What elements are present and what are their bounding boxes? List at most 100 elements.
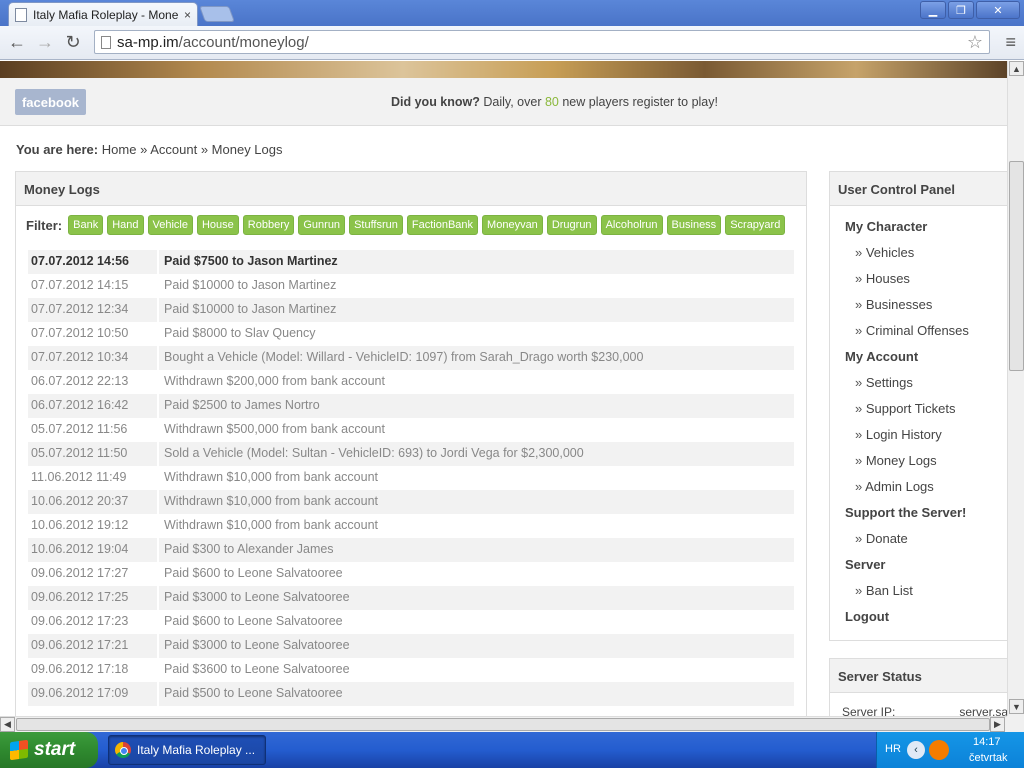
ucp-link-login-history[interactable]: Login History: [845, 427, 969, 453]
table-row: 10.06.2012 20:37 Withdrawn $10,000 from b…: [28, 490, 794, 514]
filter-chip-alcoholrun[interactable]: Alcoholrun: [600, 215, 663, 235]
table-row: 05.07.2012 11:50 Sold a Vehicle (Model: S…: [28, 442, 794, 466]
log-date: 07.07.2012 14:15: [28, 274, 159, 298]
table-row: 09.06.2012 17:18 Paid $3600 to Leone Salv…: [28, 658, 794, 682]
log-date: 07.07.2012 10:34: [28, 346, 159, 370]
filter-chip-vehicle[interactable]: Vehicle: [147, 215, 193, 235]
log-text: Paid $600 to Leone Salvatooree: [164, 614, 343, 628]
chrome-icon: [115, 742, 131, 758]
did-you-know-pre: Daily, over: [479, 95, 545, 109]
log-date: 10.06.2012 19:12: [28, 514, 159, 538]
tray-collapse-icon[interactable]: ‹: [907, 741, 925, 759]
filter-chip-factionbank[interactable]: FactionBank: [406, 215, 479, 235]
table-row: 07.07.2012 14:15 Paid $10000 to Jason Mar…: [28, 274, 794, 298]
ucp-link-support-tickets[interactable]: Support Tickets: [845, 401, 969, 427]
log-date: 09.06.2012 17:09: [28, 682, 159, 706]
log-date: 10.06.2012 19:04: [28, 538, 159, 562]
bookmark-star-icon[interactable]: ☆: [967, 32, 983, 53]
new-tab-button[interactable]: [199, 6, 235, 22]
filter-chip-house[interactable]: House: [196, 215, 239, 235]
ucp-link-settings[interactable]: Settings: [845, 375, 969, 401]
ucp-link-businesses[interactable]: Businesses: [845, 297, 969, 323]
forward-arrow-icon[interactable]: →: [34, 32, 56, 54]
ucp-link-houses[interactable]: Houses: [845, 271, 969, 297]
clock[interactable]: 14:17 četvrtak: [969, 734, 1008, 766]
address-bar[interactable]: sa-mp.im/account/moneylog/ ☆: [94, 30, 990, 54]
close-window-button[interactable]: ✕: [976, 1, 1020, 19]
start-button[interactable]: start: [0, 732, 98, 768]
filter-chip-bank[interactable]: Bank: [68, 215, 104, 235]
log-date: 11.06.2012 11:49: [28, 466, 159, 490]
breadcrumb-money-logs[interactable]: Money Logs: [212, 142, 283, 157]
server-status-panel: Server Status Server IP: server.sa-: [829, 658, 1007, 716]
table-row: 07.07.2012 12:34 Paid $10000 to Jason Mar…: [28, 298, 794, 322]
ucp-link-criminal-offenses[interactable]: Criminal Offenses: [845, 323, 969, 349]
server-ip-value: server.sa-: [959, 705, 1007, 716]
page-viewport: facebook Did you know? Daily, over 80 ne…: [0, 61, 1007, 716]
log-date: 09.06.2012 17:25: [28, 586, 159, 610]
restore-button[interactable]: ❐: [948, 1, 974, 19]
info-bar: facebook Did you know? Daily, over 80 ne…: [0, 78, 1007, 126]
start-label: start: [34, 739, 76, 760]
log-text: Withdrawn $200,000 from bank account: [164, 374, 385, 388]
filter-chip-stuffsrun[interactable]: Stuffsrun: [349, 215, 403, 235]
did-you-know-post: new players register to play!: [558, 95, 718, 109]
tray-app-icon[interactable]: [929, 740, 949, 760]
log-date: 07.07.2012 10:50: [28, 322, 159, 346]
vertical-scrollbar[interactable]: ▲ ▼: [1007, 61, 1024, 716]
filter-chip-hand[interactable]: Hand: [107, 215, 144, 235]
taskbar-item-title: Italy Mafia Roleplay ...: [137, 743, 256, 757]
url-text[interactable]: sa-mp.im/account/moneylog/: [117, 34, 961, 51]
language-indicator[interactable]: HR: [885, 743, 901, 755]
tab-close-icon[interactable]: ×: [184, 8, 191, 22]
ucp-link-ban-list[interactable]: Ban List: [845, 583, 969, 609]
table-row: 09.06.2012 17:23 Paid $600 to Leone Salva…: [28, 610, 794, 634]
scroll-up-icon[interactable]: ▲: [1009, 61, 1024, 76]
ucp-section-my-character: My Character: [845, 219, 928, 234]
chrome-menu-icon[interactable]: ≡: [1005, 32, 1016, 53]
reload-icon[interactable]: ↻: [62, 32, 84, 54]
filter-chip-robbery[interactable]: Robbery: [242, 215, 295, 235]
ucp-section-logout[interactable]: Logout: [845, 609, 969, 635]
horizontal-scroll-thumb[interactable]: [16, 718, 990, 731]
scroll-left-icon[interactable]: ◀: [0, 717, 15, 732]
url-path: /account/moneylog/: [178, 33, 309, 51]
did-you-know-label: Did you know?: [391, 95, 480, 109]
ucp-link-admin-logs[interactable]: Admin Logs: [845, 479, 969, 505]
table-row: 07.07.2012 10:34 Bought a Vehicle (Model:…: [28, 346, 794, 370]
scroll-down-icon[interactable]: ▼: [1009, 699, 1024, 714]
log-text: Paid $8000 to Slav Quency: [164, 326, 316, 340]
taskbar-chrome-item[interactable]: Italy Mafia Roleplay ...: [108, 735, 266, 765]
did-you-know-number: 80: [544, 95, 559, 109]
ucp-link-donate[interactable]: Donate: [845, 531, 969, 557]
money-log-table: 07.07.2012 14:56 Paid $7500 to Jason Mart…: [28, 250, 794, 706]
log-text: Withdrawn $10,000 from bank account: [164, 470, 379, 484]
ucp-link-vehicles[interactable]: Vehicles: [845, 245, 969, 271]
scroll-right-icon[interactable]: ▶: [990, 717, 1005, 732]
table-row: 07.07.2012 10:50 Paid $8000 to Slav Quenc…: [28, 322, 794, 346]
filter-chip-drugrun[interactable]: Drugrun: [546, 215, 597, 235]
filter-chip-gunrun[interactable]: Gunrun: [298, 215, 346, 235]
filter-chip-moneyvan[interactable]: Moneyvan: [482, 215, 543, 235]
vertical-scroll-thumb[interactable]: [1009, 161, 1024, 371]
did-you-know-text: Did you know? Daily, over 80 new players…: [391, 95, 718, 109]
panel-title: Money Logs: [16, 172, 806, 206]
filter-chips: Bank Hand Vehicle House Robbery Gunrun Stuffsr…: [68, 215, 786, 235]
browser-toolbar: ← → ↻ sa-mp.im/account/moneylog/ ☆ ≡: [0, 26, 1024, 60]
server-ip-label: Server IP:: [842, 705, 896, 716]
ucp-link-money-logs[interactable]: Money Logs: [845, 453, 969, 479]
browser-tab[interactable]: Italy Mafia Roleplay - Money ×: [8, 2, 198, 26]
log-text: Paid $2500 to James Nortro: [159, 394, 794, 418]
minimize-button[interactable]: ▁: [920, 1, 946, 19]
back-arrow-icon[interactable]: ←: [6, 32, 28, 54]
filter-chip-business[interactable]: Business: [666, 215, 722, 235]
filter-chip-scrapyard[interactable]: Scrapyard: [725, 215, 786, 235]
horizontal-scrollbar[interactable]: ◀ ▶: [0, 716, 1007, 732]
breadcrumb-home[interactable]: Home: [102, 142, 137, 157]
log-date: 05.07.2012 11:50: [28, 442, 159, 466]
table-row: 09.06.2012 17:27 Paid $600 to Leone Salva…: [28, 562, 794, 586]
log-date: 09.06.2012 17:27: [28, 562, 159, 586]
breadcrumb-account[interactable]: Account: [150, 142, 197, 157]
table-row: 06.07.2012 22:13 Withdrawn $200,000 from …: [28, 370, 794, 394]
facebook-button[interactable]: facebook: [15, 89, 86, 115]
